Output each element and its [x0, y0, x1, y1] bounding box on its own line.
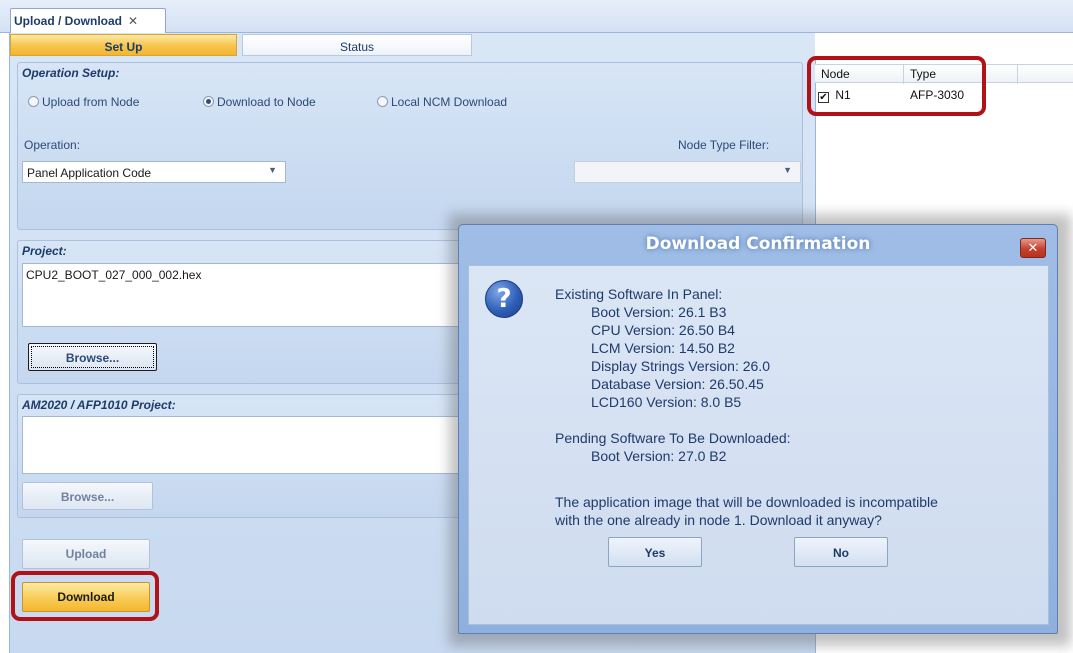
warning-line-1: The application image that will be downl… [555, 494, 938, 510]
yes-button[interactable]: Yes [608, 537, 702, 567]
pending-software-heading: Pending Software To Be Downloaded: [555, 430, 791, 446]
radio-button-selected-icon [203, 96, 214, 107]
download-highlight [11, 571, 159, 621]
operation-select[interactable]: Panel Application Code ▼ [22, 161, 286, 183]
existing-lcm-version: LCM Version: 14.50 B2 [591, 340, 735, 356]
operation-setup-group: Operation Setup: Upload from Node Downlo… [17, 62, 803, 230]
column-divider [1017, 65, 1018, 84]
node-type-filter-select[interactable]: ▼ [574, 161, 801, 183]
radio-local-ncm-download[interactable]: Local NCM Download [377, 95, 507, 109]
tab-setup[interactable]: Set Up [10, 34, 237, 56]
radio-label: Download to Node [217, 95, 316, 109]
pending-boot-version: Boot Version: 27.0 B2 [591, 448, 727, 464]
node-type-filter-label: Node Type Filter: [678, 138, 770, 152]
dialog-title: Download Confirmation [645, 234, 871, 254]
node-table-highlight [807, 56, 986, 116]
radio-button-icon [377, 96, 388, 107]
operation-select-value: Panel Application Code [27, 166, 152, 180]
existing-software-heading: Existing Software In Panel: [555, 286, 723, 302]
existing-display-strings-version: Display Strings Version: 26.0 [591, 358, 770, 374]
no-button[interactable]: No [794, 537, 888, 567]
radio-upload-from-node[interactable]: Upload from Node [28, 95, 139, 109]
existing-database-version: Database Version: 26.50.45 [591, 376, 764, 392]
tab-status[interactable]: Status [242, 34, 472, 56]
close-icon[interactable]: ✕ [1020, 238, 1046, 258]
am2020-browse-button[interactable]: Browse... [22, 482, 153, 510]
radio-label: Local NCM Download [391, 95, 508, 109]
tab-label: Upload / Download [14, 14, 122, 28]
existing-lcd160-version: LCD160 Version: 8.0 B5 [591, 394, 742, 410]
warning-line-2: with the one already in node 1. Download… [555, 512, 882, 528]
radio-label: Upload from Node [42, 95, 140, 109]
upload-button[interactable]: Upload [22, 539, 150, 569]
chevron-down-icon: ▼ [268, 165, 277, 175]
tab-upload-download[interactable]: Upload / Download ✕ [10, 8, 166, 33]
project-browse-button[interactable]: Browse... [28, 343, 157, 371]
existing-cpu-version: CPU Version: 26.50 B4 [591, 322, 735, 338]
chevron-down-icon: ▼ [783, 165, 792, 175]
question-icon: ? [485, 280, 523, 318]
project-file-value: CPU2_BOOT_027_000_002.hex [26, 268, 202, 282]
radio-button-icon [28, 96, 39, 107]
group-title: Operation Setup: [22, 66, 120, 80]
radio-download-to-node[interactable]: Download to Node [203, 95, 316, 109]
operation-label: Operation: [24, 138, 81, 152]
close-icon[interactable]: ✕ [128, 14, 138, 28]
existing-boot-version: Boot Version: 26.1 B3 [591, 304, 727, 320]
